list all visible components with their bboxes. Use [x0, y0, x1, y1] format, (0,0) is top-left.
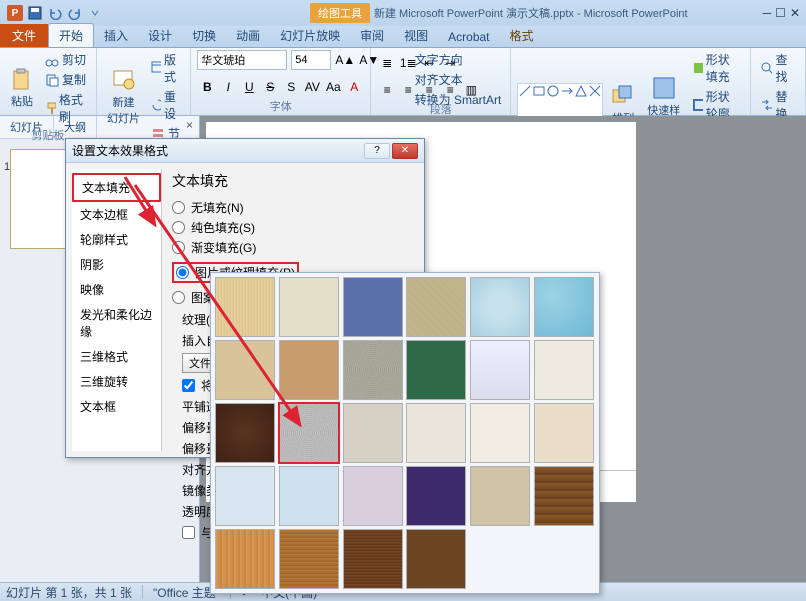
save-icon[interactable]	[26, 4, 44, 22]
align-left-button[interactable]: ≡	[377, 80, 397, 100]
texture-swatch[interactable]	[279, 529, 339, 589]
texture-swatch[interactable]	[534, 466, 594, 526]
shape-fill-button[interactable]: 形状填充	[689, 50, 744, 86]
font-color-button[interactable]: A	[344, 77, 364, 97]
minimize-icon[interactable]: ─	[763, 6, 772, 20]
cat-3d-rotation[interactable]: 三维旋转	[72, 369, 161, 394]
texture-swatch[interactable]	[215, 340, 275, 400]
text-direction-button[interactable]: 文字方向	[412, 50, 505, 69]
texture-swatch[interactable]	[343, 466, 403, 526]
redo-icon[interactable]	[66, 4, 84, 22]
paste-label: 粘贴	[11, 93, 33, 109]
find-button[interactable]: 查找	[757, 50, 799, 86]
window-title: 新建 Microsoft PowerPoint 演示文稿.pptx - Micr…	[374, 5, 688, 21]
cat-3d-format[interactable]: 三维格式	[72, 344, 161, 369]
cat-shadow[interactable]: 阴影	[72, 252, 161, 277]
radio-no-fill[interactable]: 无填充(N)	[172, 199, 414, 216]
font-name-combo[interactable]	[197, 50, 287, 70]
qat-dropdown-icon[interactable]	[86, 4, 104, 22]
texture-swatch[interactable]	[343, 403, 403, 463]
radio-gradient-fill[interactable]: 渐变填充(G)	[172, 239, 414, 256]
font-size-combo[interactable]	[291, 50, 331, 70]
cut-button[interactable]: 剪切	[42, 50, 90, 69]
cat-glow[interactable]: 发光和柔化边缘	[72, 302, 161, 344]
cat-textbox[interactable]: 文本框	[72, 394, 161, 419]
texture-swatch[interactable]	[279, 466, 339, 526]
texture-swatch-selected[interactable]	[279, 403, 339, 463]
maximize-icon[interactable]: ☐	[775, 6, 786, 20]
dialog-category-list: 文本填充 文本边框 轮廓样式 阴影 映像 发光和柔化边缘 三维格式 三维旋转 文…	[72, 169, 162, 451]
texture-swatch[interactable]	[215, 403, 275, 463]
texture-swatch[interactable]	[406, 403, 466, 463]
texture-swatch[interactable]	[406, 529, 466, 589]
tab-animations[interactable]: 动画	[226, 24, 270, 47]
smartart-button[interactable]: 转换为 SmartArt	[412, 90, 505, 109]
cat-reflection[interactable]: 映像	[72, 277, 161, 302]
tile-checkbox[interactable]	[182, 379, 195, 392]
tab-acrobat[interactable]: Acrobat	[438, 27, 499, 47]
app-logo: P	[6, 4, 24, 22]
texture-swatch[interactable]	[215, 466, 275, 526]
texture-swatch[interactable]	[406, 277, 466, 337]
texture-swatch[interactable]	[215, 277, 275, 337]
dialog-heading: 文本填充	[172, 171, 414, 191]
contextual-tab-label: 绘图工具	[310, 3, 370, 23]
texture-swatch[interactable]	[534, 403, 594, 463]
dialog-title: 设置文本效果格式	[72, 142, 362, 159]
layout-button[interactable]: 版式	[148, 50, 184, 86]
tab-transitions[interactable]: 切换	[182, 24, 226, 47]
bold-button[interactable]: B	[197, 77, 217, 97]
cat-outline-style[interactable]: 轮廓样式	[72, 227, 161, 252]
new-slide-label: 新建 幻灯片	[107, 94, 140, 126]
tab-slideshow[interactable]: 幻灯片放映	[270, 24, 350, 47]
tab-view[interactable]: 视图	[394, 24, 438, 47]
cat-text-outline[interactable]: 文本边框	[72, 202, 161, 227]
bullets-button[interactable]: ≣	[377, 53, 397, 73]
undo-icon[interactable]	[46, 4, 64, 22]
change-case-button[interactable]: Aa	[323, 77, 343, 97]
close-icon[interactable]: ✕	[790, 6, 800, 20]
tab-insert[interactable]: 插入	[94, 24, 138, 47]
tab-design[interactable]: 设计	[138, 24, 182, 47]
texture-swatch[interactable]	[279, 340, 339, 400]
shadow-button[interactable]: S	[281, 77, 301, 97]
format-painter-button[interactable]: 格式刷	[42, 90, 90, 126]
texture-swatch[interactable]	[534, 340, 594, 400]
new-slide-button[interactable]: 新建 幻灯片	[103, 66, 144, 128]
tab-review[interactable]: 审阅	[350, 24, 394, 47]
texture-swatch[interactable]	[534, 277, 594, 337]
increase-font-icon[interactable]: A▲	[335, 50, 355, 70]
texture-picker-popup	[210, 272, 600, 594]
radio-solid-fill[interactable]: 纯色填充(S)	[172, 219, 414, 236]
rotate-with-shape-checkbox[interactable]	[182, 526, 195, 539]
texture-swatch[interactable]	[470, 466, 530, 526]
tab-file[interactable]: 文件	[0, 24, 48, 47]
texture-swatch[interactable]	[406, 340, 466, 400]
strike-button[interactable]: S	[260, 77, 280, 97]
align-text-button[interactable]: 对齐文本	[412, 70, 505, 89]
texture-swatch[interactable]	[343, 340, 403, 400]
copy-button[interactable]: 复制	[42, 70, 90, 89]
status-slide-info: 幻灯片 第 1 张，共 1 张	[6, 584, 132, 601]
texture-swatch[interactable]	[343, 529, 403, 589]
paste-button[interactable]: 粘贴	[6, 65, 38, 111]
group-font-label: 字体	[197, 97, 364, 115]
cat-text-fill[interactable]: 文本填充	[72, 173, 161, 202]
tab-format[interactable]: 格式	[500, 24, 544, 47]
texture-swatch[interactable]	[470, 340, 530, 400]
texture-swatch[interactable]	[406, 466, 466, 526]
texture-swatch[interactable]	[279, 277, 339, 337]
texture-swatch[interactable]	[470, 403, 530, 463]
char-spacing-button[interactable]: AV	[302, 77, 322, 97]
dialog-close-icon[interactable]: ✕	[392, 143, 418, 159]
texture-swatch[interactable]	[470, 277, 530, 337]
dialog-help-icon[interactable]: ?	[364, 143, 390, 159]
texture-swatch[interactable]	[215, 529, 275, 589]
italic-button[interactable]: I	[218, 77, 238, 97]
reset-button[interactable]: 重设	[148, 87, 184, 123]
underline-button[interactable]: U	[239, 77, 259, 97]
tab-home[interactable]: 开始	[48, 23, 94, 47]
texture-swatch[interactable]	[343, 277, 403, 337]
